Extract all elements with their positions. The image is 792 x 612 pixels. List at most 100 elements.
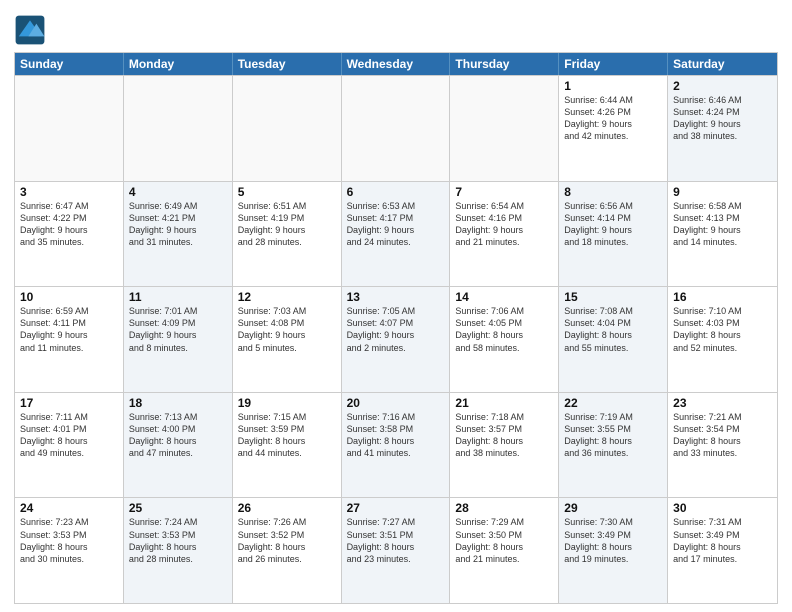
- header-day-thursday: Thursday: [450, 53, 559, 75]
- cell-info: Sunrise: 7:26 AM Sunset: 3:52 PM Dayligh…: [238, 516, 336, 565]
- header-day-tuesday: Tuesday: [233, 53, 342, 75]
- calendar-cell-1: 1Sunrise: 6:44 AM Sunset: 4:26 PM Daylig…: [559, 76, 668, 181]
- day-number: 14: [455, 290, 553, 304]
- calendar-row-3: 17Sunrise: 7:11 AM Sunset: 4:01 PM Dayli…: [15, 392, 777, 498]
- header-day-saturday: Saturday: [668, 53, 777, 75]
- cell-info: Sunrise: 7:24 AM Sunset: 3:53 PM Dayligh…: [129, 516, 227, 565]
- cell-info: Sunrise: 7:21 AM Sunset: 3:54 PM Dayligh…: [673, 411, 772, 460]
- day-number: 22: [564, 396, 662, 410]
- header-day-monday: Monday: [124, 53, 233, 75]
- day-number: 4: [129, 185, 227, 199]
- calendar-cell-29: 29Sunrise: 7:30 AM Sunset: 3:49 PM Dayli…: [559, 498, 668, 603]
- cell-info: Sunrise: 7:15 AM Sunset: 3:59 PM Dayligh…: [238, 411, 336, 460]
- day-number: 15: [564, 290, 662, 304]
- day-number: 19: [238, 396, 336, 410]
- calendar-cell-12: 12Sunrise: 7:03 AM Sunset: 4:08 PM Dayli…: [233, 287, 342, 392]
- cell-info: Sunrise: 7:19 AM Sunset: 3:55 PM Dayligh…: [564, 411, 662, 460]
- calendar-header: SundayMondayTuesdayWednesdayThursdayFrid…: [15, 53, 777, 75]
- day-number: 18: [129, 396, 227, 410]
- calendar-row-4: 24Sunrise: 7:23 AM Sunset: 3:53 PM Dayli…: [15, 497, 777, 603]
- calendar-cell-empty-0-0: [15, 76, 124, 181]
- calendar-cell-19: 19Sunrise: 7:15 AM Sunset: 3:59 PM Dayli…: [233, 393, 342, 498]
- cell-info: Sunrise: 6:58 AM Sunset: 4:13 PM Dayligh…: [673, 200, 772, 249]
- day-number: 12: [238, 290, 336, 304]
- calendar-cell-6: 6Sunrise: 6:53 AM Sunset: 4:17 PM Daylig…: [342, 182, 451, 287]
- calendar-cell-3: 3Sunrise: 6:47 AM Sunset: 4:22 PM Daylig…: [15, 182, 124, 287]
- cell-info: Sunrise: 7:13 AM Sunset: 4:00 PM Dayligh…: [129, 411, 227, 460]
- page: SundayMondayTuesdayWednesdayThursdayFrid…: [0, 0, 792, 612]
- calendar-cell-22: 22Sunrise: 7:19 AM Sunset: 3:55 PM Dayli…: [559, 393, 668, 498]
- calendar: SundayMondayTuesdayWednesdayThursdayFrid…: [14, 52, 778, 604]
- cell-info: Sunrise: 7:01 AM Sunset: 4:09 PM Dayligh…: [129, 305, 227, 354]
- day-number: 26: [238, 501, 336, 515]
- cell-info: Sunrise: 7:16 AM Sunset: 3:58 PM Dayligh…: [347, 411, 445, 460]
- day-number: 23: [673, 396, 772, 410]
- cell-info: Sunrise: 6:51 AM Sunset: 4:19 PM Dayligh…: [238, 200, 336, 249]
- calendar-cell-10: 10Sunrise: 6:59 AM Sunset: 4:11 PM Dayli…: [15, 287, 124, 392]
- cell-info: Sunrise: 6:56 AM Sunset: 4:14 PM Dayligh…: [564, 200, 662, 249]
- calendar-cell-empty-0-4: [450, 76, 559, 181]
- calendar-cell-26: 26Sunrise: 7:26 AM Sunset: 3:52 PM Dayli…: [233, 498, 342, 603]
- cell-info: Sunrise: 7:08 AM Sunset: 4:04 PM Dayligh…: [564, 305, 662, 354]
- cell-info: Sunrise: 7:10 AM Sunset: 4:03 PM Dayligh…: [673, 305, 772, 354]
- day-number: 7: [455, 185, 553, 199]
- cell-info: Sunrise: 7:31 AM Sunset: 3:49 PM Dayligh…: [673, 516, 772, 565]
- cell-info: Sunrise: 6:53 AM Sunset: 4:17 PM Dayligh…: [347, 200, 445, 249]
- cell-info: Sunrise: 7:05 AM Sunset: 4:07 PM Dayligh…: [347, 305, 445, 354]
- day-number: 11: [129, 290, 227, 304]
- day-number: 8: [564, 185, 662, 199]
- calendar-cell-17: 17Sunrise: 7:11 AM Sunset: 4:01 PM Dayli…: [15, 393, 124, 498]
- calendar-cell-empty-0-2: [233, 76, 342, 181]
- calendar-cell-27: 27Sunrise: 7:27 AM Sunset: 3:51 PM Dayli…: [342, 498, 451, 603]
- calendar-cell-7: 7Sunrise: 6:54 AM Sunset: 4:16 PM Daylig…: [450, 182, 559, 287]
- day-number: 5: [238, 185, 336, 199]
- calendar-cell-4: 4Sunrise: 6:49 AM Sunset: 4:21 PM Daylig…: [124, 182, 233, 287]
- day-number: 17: [20, 396, 118, 410]
- day-number: 2: [673, 79, 772, 93]
- day-number: 16: [673, 290, 772, 304]
- cell-info: Sunrise: 7:06 AM Sunset: 4:05 PM Dayligh…: [455, 305, 553, 354]
- logo-icon: [14, 14, 46, 46]
- calendar-cell-empty-0-1: [124, 76, 233, 181]
- cell-info: Sunrise: 7:29 AM Sunset: 3:50 PM Dayligh…: [455, 516, 553, 565]
- calendar-cell-2: 2Sunrise: 6:46 AM Sunset: 4:24 PM Daylig…: [668, 76, 777, 181]
- day-number: 25: [129, 501, 227, 515]
- cell-info: Sunrise: 6:46 AM Sunset: 4:24 PM Dayligh…: [673, 94, 772, 143]
- calendar-cell-16: 16Sunrise: 7:10 AM Sunset: 4:03 PM Dayli…: [668, 287, 777, 392]
- day-number: 13: [347, 290, 445, 304]
- cell-info: Sunrise: 6:54 AM Sunset: 4:16 PM Dayligh…: [455, 200, 553, 249]
- day-number: 10: [20, 290, 118, 304]
- cell-info: Sunrise: 6:44 AM Sunset: 4:26 PM Dayligh…: [564, 94, 662, 143]
- calendar-body: 1Sunrise: 6:44 AM Sunset: 4:26 PM Daylig…: [15, 75, 777, 603]
- day-number: 24: [20, 501, 118, 515]
- calendar-cell-9: 9Sunrise: 6:58 AM Sunset: 4:13 PM Daylig…: [668, 182, 777, 287]
- cell-info: Sunrise: 7:18 AM Sunset: 3:57 PM Dayligh…: [455, 411, 553, 460]
- cell-info: Sunrise: 6:49 AM Sunset: 4:21 PM Dayligh…: [129, 200, 227, 249]
- cell-info: Sunrise: 6:47 AM Sunset: 4:22 PM Dayligh…: [20, 200, 118, 249]
- calendar-cell-18: 18Sunrise: 7:13 AM Sunset: 4:00 PM Dayli…: [124, 393, 233, 498]
- cell-info: Sunrise: 7:11 AM Sunset: 4:01 PM Dayligh…: [20, 411, 118, 460]
- cell-info: Sunrise: 7:30 AM Sunset: 3:49 PM Dayligh…: [564, 516, 662, 565]
- cell-info: Sunrise: 6:59 AM Sunset: 4:11 PM Dayligh…: [20, 305, 118, 354]
- day-number: 3: [20, 185, 118, 199]
- calendar-cell-11: 11Sunrise: 7:01 AM Sunset: 4:09 PM Dayli…: [124, 287, 233, 392]
- calendar-cell-14: 14Sunrise: 7:06 AM Sunset: 4:05 PM Dayli…: [450, 287, 559, 392]
- calendar-row-0: 1Sunrise: 6:44 AM Sunset: 4:26 PM Daylig…: [15, 75, 777, 181]
- calendar-row-2: 10Sunrise: 6:59 AM Sunset: 4:11 PM Dayli…: [15, 286, 777, 392]
- calendar-cell-28: 28Sunrise: 7:29 AM Sunset: 3:50 PM Dayli…: [450, 498, 559, 603]
- header-day-sunday: Sunday: [15, 53, 124, 75]
- cell-info: Sunrise: 7:03 AM Sunset: 4:08 PM Dayligh…: [238, 305, 336, 354]
- calendar-cell-30: 30Sunrise: 7:31 AM Sunset: 3:49 PM Dayli…: [668, 498, 777, 603]
- calendar-cell-15: 15Sunrise: 7:08 AM Sunset: 4:04 PM Dayli…: [559, 287, 668, 392]
- header-day-friday: Friday: [559, 53, 668, 75]
- calendar-cell-25: 25Sunrise: 7:24 AM Sunset: 3:53 PM Dayli…: [124, 498, 233, 603]
- calendar-cell-13: 13Sunrise: 7:05 AM Sunset: 4:07 PM Dayli…: [342, 287, 451, 392]
- calendar-cell-5: 5Sunrise: 6:51 AM Sunset: 4:19 PM Daylig…: [233, 182, 342, 287]
- cell-info: Sunrise: 7:23 AM Sunset: 3:53 PM Dayligh…: [20, 516, 118, 565]
- calendar-cell-empty-0-3: [342, 76, 451, 181]
- day-number: 6: [347, 185, 445, 199]
- logo: [14, 14, 50, 46]
- header-day-wednesday: Wednesday: [342, 53, 451, 75]
- calendar-cell-8: 8Sunrise: 6:56 AM Sunset: 4:14 PM Daylig…: [559, 182, 668, 287]
- calendar-cell-20: 20Sunrise: 7:16 AM Sunset: 3:58 PM Dayli…: [342, 393, 451, 498]
